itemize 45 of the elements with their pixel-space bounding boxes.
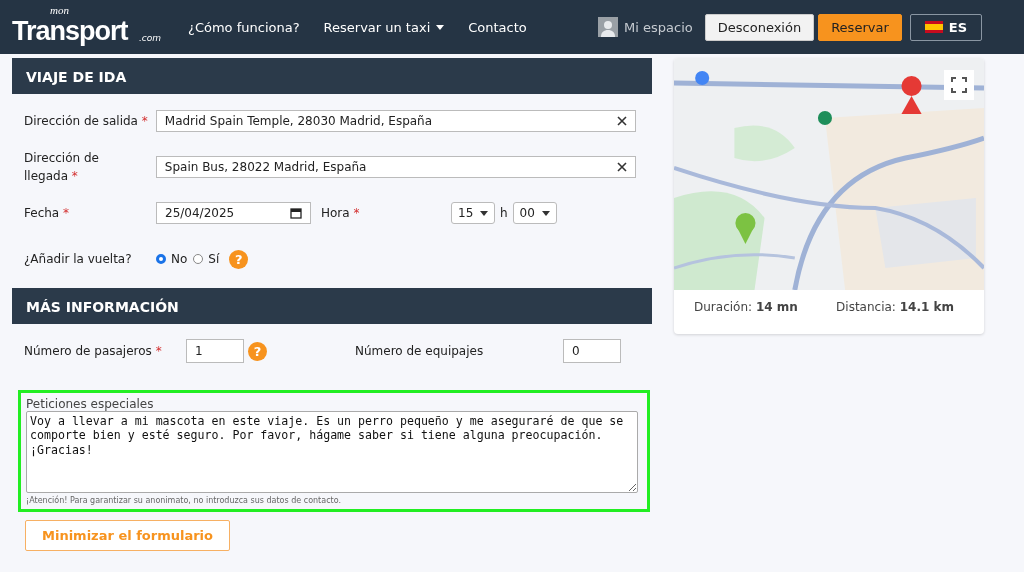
calendar-icon[interactable] [290,207,302,219]
fullscreen-icon[interactable] [944,70,974,100]
special-requests-field[interactable]: Voy a llevar a mi mascota en este viaje. Es un perro pequeño y me aseguraré de que se comporte bien y esté seguro. Por favor, hágame saber si tiene alguna preocupación. ¡Gracias! [26,411,638,493]
account-link[interactable]: Mi espacio [624,19,693,35]
field-label: ¿Añadir la vuelta? [24,251,133,268]
caret-icon [480,210,488,216]
book-button[interactable]: Reservar [818,13,902,41]
field-label: Número de pasajeros * [24,343,163,360]
caret-icon [541,210,550,216]
caret-icon[interactable] [436,24,445,30]
field-label: Dirección de salida * [24,113,149,130]
notice-text: ¡Atención! Para garantizar su anonimato, no introduzca sus datos de contacto. [26,496,342,505]
logo-text[interactable]: .com [139,33,162,43]
nav-link[interactable]: ¿Cómo funciona? [188,19,300,35]
radio-label[interactable]: Sí [208,252,220,266]
radio-button[interactable] [193,254,204,264]
field-label: Número de equipajes [355,343,485,360]
distance-text: Distancia: 14.1 km [836,300,954,314]
section-header: MÁS INFORMACIÓN [12,288,652,324]
language-button[interactable]: ES [909,13,982,41]
duration-text: Duración: 14 mn [694,300,798,314]
luggage-field[interactable]: 0 [563,339,621,363]
radio-label[interactable]: No [171,252,188,266]
user-avatar-icon[interactable] [598,17,619,37]
logo-text[interactable]: mon [50,5,69,16]
nav-link[interactable]: Contacto [468,19,527,35]
close-icon[interactable] [617,162,627,172]
hour-select[interactable]: 15 [451,202,495,224]
radio-button[interactable] [156,254,166,264]
date-field[interactable]: 25/04/2025 [156,202,311,224]
section-header: VIAJE DE IDA [12,58,652,94]
flag-icon [924,21,943,33]
minute-select[interactable]: 00 [512,202,557,224]
field-label: Fecha * [24,205,70,222]
address-field[interactable]: Madrid Spain Temple, 28030 Madrid, España [155,110,636,132]
address-field[interactable]: Spain Bus, 28022 Madrid, España [155,156,636,178]
passengers-field[interactable]: 1 [186,339,244,363]
logout-button[interactable]: Desconexión [704,13,815,41]
nav-link[interactable]: Reservar un taxi [323,19,445,35]
close-icon[interactable] [617,116,627,126]
field-label: Hora * [321,205,361,222]
hour-unit: h [500,206,508,220]
field-label: Peticiones especiales [26,397,155,411]
logo-text[interactable]: Transport [12,17,128,45]
field-label: Dirección de llegada * [24,150,100,185]
